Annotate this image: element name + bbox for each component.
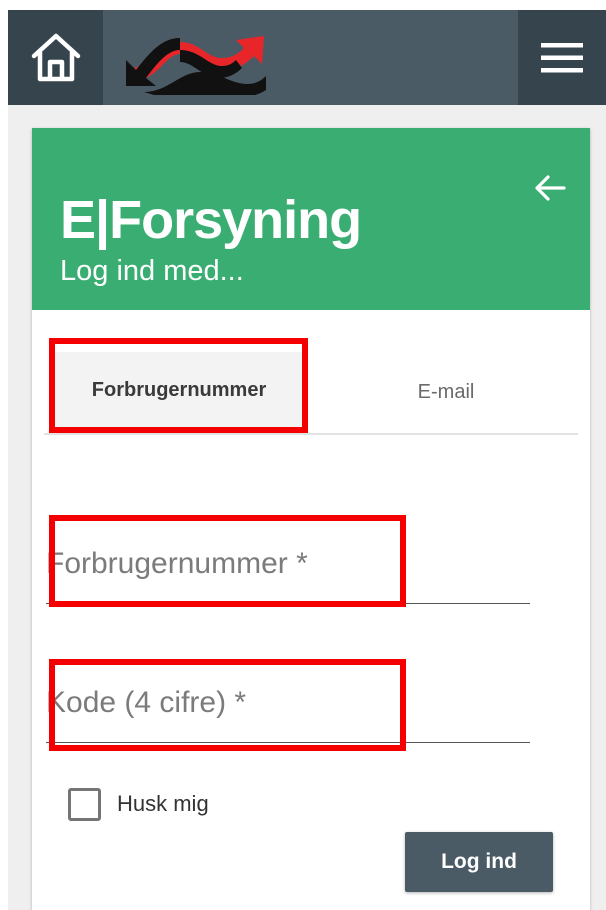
brand-logo-icon	[126, 36, 266, 96]
back-button[interactable]	[532, 170, 568, 206]
pin-code-label: Kode (4 cifre) *	[46, 686, 247, 719]
pin-code-field[interactable]: Kode (4 cifre) *	[46, 653, 530, 743]
tab-email[interactable]: E-mail	[314, 352, 578, 433]
app-screen: E|Forsyning Log ind med... Forbrugernumm…	[8, 10, 606, 910]
remember-me[interactable]: Husk mig	[68, 787, 209, 821]
login-method-tabs: Forbrugernummer E-mail	[44, 338, 578, 435]
card-subtitle: Log ind med...	[60, 255, 244, 287]
hamburger-menu-icon	[541, 42, 583, 72]
brand-logo	[124, 20, 274, 96]
menu-button[interactable]	[518, 10, 606, 105]
page-frame: E|Forsyning Log ind med... Forbrugernumm…	[0, 0, 606, 910]
card-header: E|Forsyning Log ind med...	[32, 128, 590, 310]
arrow-left-icon	[535, 175, 566, 201]
customer-number-label: Forbrugernummer *	[46, 547, 308, 580]
home-icon	[31, 33, 80, 81]
tab-customer-number[interactable]: Forbrugernummer	[54, 352, 304, 433]
home-button[interactable]	[8, 10, 103, 105]
top-bar	[8, 10, 606, 105]
login-button[interactable]: Log ind	[405, 832, 553, 892]
customer-number-field[interactable]: Forbrugernummer *	[46, 514, 530, 604]
card-title: E|Forsyning	[60, 190, 362, 250]
remember-me-label: Husk mig	[117, 791, 209, 816]
remember-me-checkbox[interactable]	[68, 787, 101, 821]
